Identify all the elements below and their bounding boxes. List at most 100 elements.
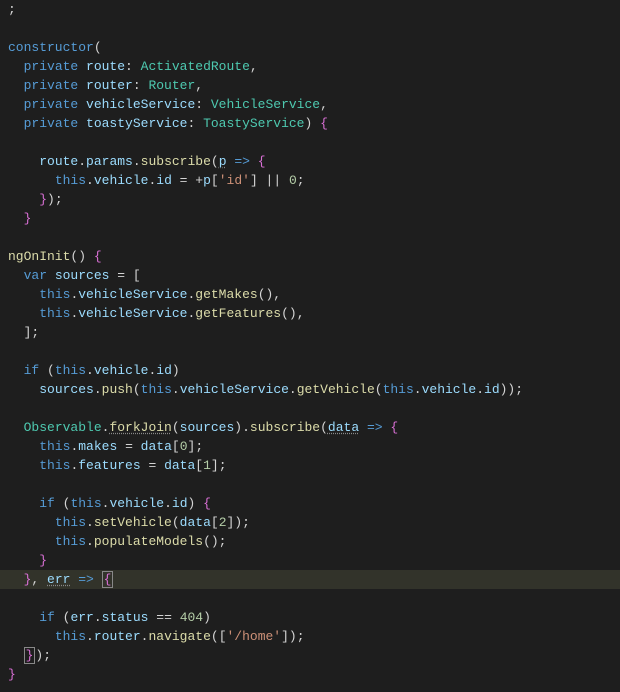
code-line: this.router.navigate(['/home']); (8, 629, 305, 644)
tok: id (172, 496, 188, 511)
code-line: this.setVehicle(data[2]); (8, 515, 250, 530)
tok: Observable (24, 420, 102, 435)
tok: VehicleService (211, 97, 320, 112)
code-line: this.features = data[1]; (8, 458, 227, 473)
tok: err (70, 610, 93, 625)
tok: p (219, 154, 227, 169)
code-line: private route: ActivatedRoute, (8, 59, 258, 74)
tok: 404 (180, 610, 203, 625)
tok: route (39, 154, 78, 169)
tok: navigate (148, 629, 210, 644)
tok: err (47, 572, 70, 587)
tok: this (39, 439, 70, 454)
tok: vehicle (94, 363, 149, 378)
tok: ; (8, 2, 16, 17)
code-line: } (8, 667, 16, 682)
tok: subscribe (141, 154, 211, 169)
code-line: this.makes = data[0]; (8, 439, 203, 454)
cursor-position: { (102, 571, 114, 588)
tok: this (39, 458, 70, 473)
tok: router (94, 629, 141, 644)
tok: 'id' (219, 173, 250, 188)
code-line: private vehicleService: VehicleService, (8, 97, 328, 112)
tok: makes (78, 439, 117, 454)
tok: forkJoin (109, 420, 171, 435)
code-line: Observable.forkJoin(sources).subscribe(d… (8, 420, 398, 435)
tok: getMakes (195, 287, 257, 302)
code-line: this.vehicleService.getFeatures(), (8, 306, 305, 321)
tok: data (141, 439, 172, 454)
tok: id (156, 173, 172, 188)
code-line: ]; (8, 325, 39, 340)
code-line: this.vehicle.id = +p['id'] || 0; (8, 173, 305, 188)
code-line: if (err.status == 404) (8, 610, 211, 625)
code-line: ngOnInit() { (8, 249, 102, 264)
tok: ToastyService (203, 116, 304, 131)
tok: '/home' (227, 629, 282, 644)
tok: data (164, 458, 195, 473)
tok: subscribe (250, 420, 320, 435)
tok: var (24, 268, 47, 283)
tok: vehicleService (78, 287, 187, 302)
tok: getVehicle (297, 382, 375, 397)
tok: sources (39, 382, 94, 397)
tok: this (383, 382, 414, 397)
code-line: this.populateModels(); (8, 534, 226, 549)
tok: this (39, 287, 70, 302)
code-line-active: }, err => { (0, 570, 620, 589)
code-line: } (8, 553, 47, 568)
tok: 2 (219, 515, 227, 530)
code-line: var sources = [ (8, 268, 141, 283)
tok: vehicle (94, 173, 149, 188)
tok: id (484, 382, 500, 397)
tok: getFeatures (195, 306, 281, 321)
tok: private (24, 78, 79, 93)
code-line: sources.push(this.vehicleService.getVehi… (8, 382, 523, 397)
tok: ngOnInit (8, 249, 70, 264)
tok: this (55, 363, 86, 378)
code-line: ; (8, 2, 16, 17)
tok: 0 (289, 173, 297, 188)
code-line: private toastyService: ToastyService) { (8, 116, 328, 131)
tok: data (328, 420, 359, 435)
code-line: } (8, 211, 31, 226)
tok: this (141, 382, 172, 397)
tok: data (180, 515, 211, 530)
tok: vehicleService (78, 306, 187, 321)
tok: features (78, 458, 140, 473)
tok: if (39, 610, 55, 625)
tok: vehicleService (86, 97, 195, 112)
tok: this (55, 534, 86, 549)
tok: vehicleService (180, 382, 289, 397)
tok: ActivatedRoute (141, 59, 250, 74)
tok: toastyService (86, 116, 187, 131)
tok: setVehicle (94, 515, 172, 530)
tok: params (86, 154, 133, 169)
tok: private (24, 59, 79, 74)
tok: this (70, 496, 101, 511)
tok: vehicle (422, 382, 477, 397)
code-line: if (this.vehicle.id) (8, 363, 180, 378)
tok: router (86, 78, 133, 93)
code-line: if (this.vehicle.id) { (8, 496, 211, 511)
tok: constructor (8, 40, 94, 55)
code-editor[interactable]: ; constructor( private route: ActivatedR… (8, 0, 620, 684)
code-line: }); (8, 192, 63, 207)
tok: id (156, 363, 172, 378)
code-line: constructor( (8, 40, 102, 55)
tok: push (102, 382, 133, 397)
tok: this (55, 173, 86, 188)
tok: populateModels (94, 534, 203, 549)
code-line: route.params.subscribe(p => { (8, 154, 266, 169)
code-line: this.vehicleService.getMakes(), (8, 287, 281, 302)
tok: private (24, 97, 79, 112)
tok: sources (55, 268, 110, 283)
tok: Router (148, 78, 195, 93)
code-line: }); (8, 647, 51, 664)
brace-match: } (24, 647, 36, 664)
code-line: private router: Router, (8, 78, 203, 93)
tok: 1 (203, 458, 211, 473)
tok: this (55, 515, 86, 530)
tok: private (24, 116, 79, 131)
tok: status (102, 610, 149, 625)
